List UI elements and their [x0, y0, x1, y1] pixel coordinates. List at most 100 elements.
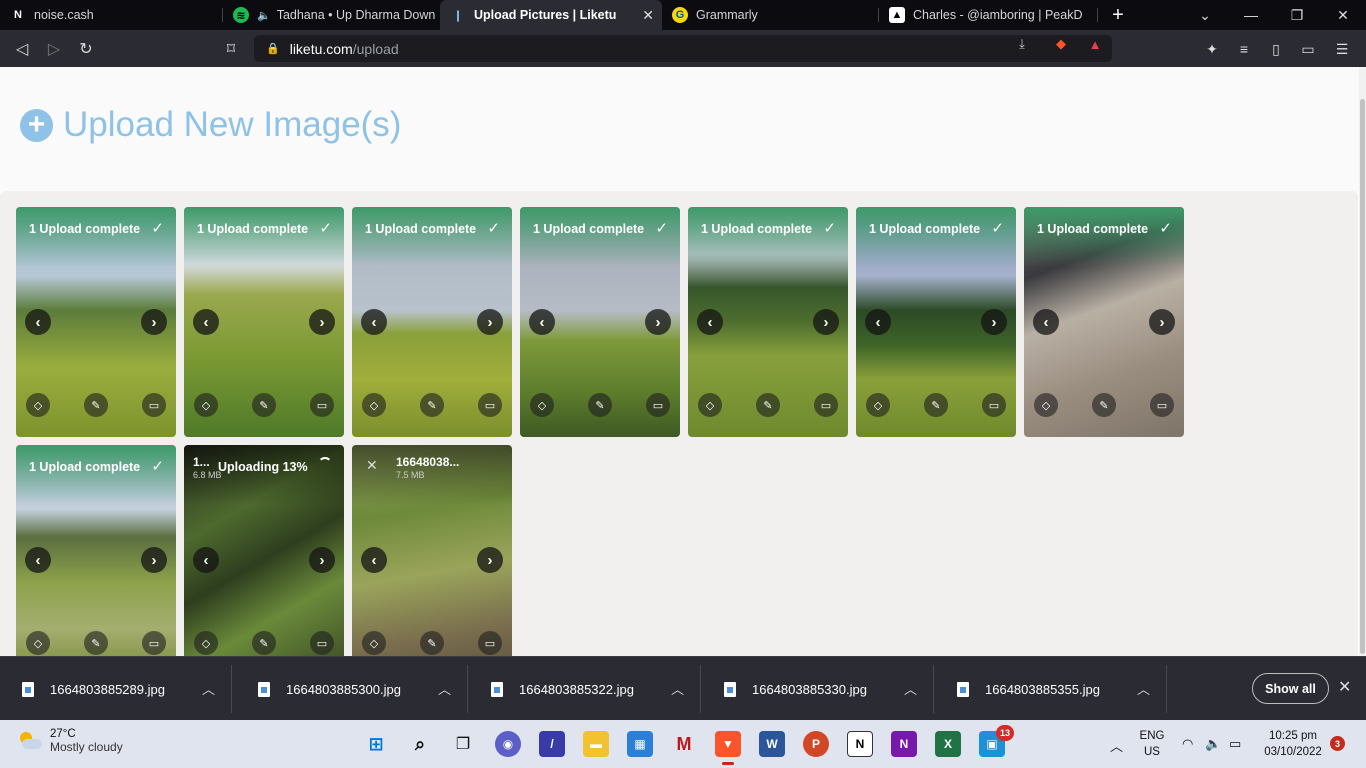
clock-date[interactable]: 03/10/2022 — [1260, 746, 1326, 758]
edit-icon[interactable]: ✎ — [84, 631, 108, 655]
download-item[interactable]: 1664803885322.jpg ︿ — [469, 665, 701, 713]
word-icon[interactable]: W — [759, 731, 785, 757]
notification-count[interactable]: 3 — [1330, 736, 1345, 751]
start-icon[interactable]: ⊞ — [363, 731, 389, 757]
sidebar-icon[interactable]: ▯ — [1266, 39, 1286, 59]
clock-time[interactable]: 10:25 pm — [1260, 730, 1326, 742]
chevron-up-icon[interactable]: ︿ — [671, 679, 684, 698]
brave-rewards-icon[interactable]: ▲ — [1085, 34, 1105, 54]
minimize-button[interactable]: — — [1228, 0, 1274, 30]
tab-liketu-upload[interactable]: ❙ Upload Pictures | Liketu ✕ — [440, 0, 662, 30]
edit-icon[interactable]: ✎ — [252, 631, 276, 655]
chat-icon[interactable]: ◉ — [495, 731, 521, 757]
edit-icon[interactable]: ✎ — [252, 393, 276, 417]
edit-icon[interactable]: ✎ — [84, 393, 108, 417]
tab-grammarly[interactable]: G Grammarly — [662, 0, 878, 30]
caption-icon[interactable]: ▭ — [142, 393, 166, 417]
tag-icon[interactable]: ◇ — [530, 393, 554, 417]
page-scrollbar[interactable] — [1359, 67, 1366, 656]
image-card-uploading[interactable]: 1... 6.8 MB Uploading 13% ‹ › ◇ ✎ ▭ — [184, 445, 344, 656]
chevron-up-icon[interactable]: ︿ — [202, 679, 215, 698]
playlist-icon[interactable]: ≡ — [1234, 39, 1254, 59]
tag-icon[interactable]: ◇ — [362, 393, 386, 417]
download-item[interactable]: 1664803885289.jpg ︿ — [0, 665, 232, 713]
edit-icon[interactable]: ✎ — [588, 393, 612, 417]
excel-icon[interactable]: X — [935, 731, 961, 757]
install-app-icon[interactable]: ⤓ — [1012, 34, 1032, 54]
remove-file-icon[interactable]: ✕ — [366, 457, 378, 474]
restore-button[interactable]: ❐ — [1274, 0, 1320, 30]
tab-spotify[interactable]: ≋ 🔈 Tadhana • Up Dharma Down — [223, 0, 440, 30]
rotate-right-icon[interactable]: › — [981, 309, 1007, 335]
rotate-right-icon[interactable]: › — [813, 309, 839, 335]
tag-icon[interactable]: ◇ — [866, 393, 890, 417]
tag-icon[interactable]: ◇ — [1034, 393, 1058, 417]
caption-icon[interactable]: ▭ — [478, 393, 502, 417]
rotate-left-icon[interactable]: ‹ — [361, 309, 387, 335]
download-item[interactable]: 1664803885300.jpg ︿ — [236, 665, 468, 713]
page-title[interactable]: + Upload New Image(s) — [20, 105, 401, 145]
store-icon[interactable]: ▦ — [627, 731, 653, 757]
reload-button[interactable]: ↻ — [73, 36, 99, 62]
caption-icon[interactable]: ▭ — [310, 393, 334, 417]
caption-icon[interactable]: ▭ — [310, 631, 334, 655]
tag-icon[interactable]: ◇ — [26, 393, 50, 417]
tag-icon[interactable]: ◇ — [194, 393, 218, 417]
caption-icon[interactable]: ▭ — [646, 393, 670, 417]
powerpoint-icon[interactable]: P — [803, 731, 829, 757]
tab-peakd[interactable]: ▲ Charles - @iamboring | PeakD — [879, 0, 1097, 30]
image-card[interactable]: 1 Upload complete ✓ ‹ › ◇ ✎ ▭ — [16, 207, 176, 437]
close-window-button[interactable]: ✕ — [1320, 0, 1366, 30]
volume-icon[interactable]: 🔈 — [1205, 736, 1221, 752]
menu-icon[interactable]: ☰ — [1332, 39, 1352, 59]
rotate-left-icon[interactable]: ‹ — [697, 309, 723, 335]
show-all-button[interactable]: Show all — [1252, 673, 1329, 704]
rotate-left-icon[interactable]: ‹ — [193, 547, 219, 573]
forward-button[interactable]: ▷ — [41, 36, 67, 62]
rotate-left-icon[interactable]: ‹ — [193, 309, 219, 335]
rotate-right-icon[interactable]: › — [141, 547, 167, 573]
rotate-left-icon[interactable]: ‹ — [529, 309, 555, 335]
bookmark-icon[interactable]: ⌑ — [218, 36, 244, 62]
search-icon[interactable]: ⌕ — [407, 731, 433, 757]
rotate-left-icon[interactable]: ‹ — [361, 547, 387, 573]
app-icon[interactable]: / — [539, 731, 565, 757]
edit-icon[interactable]: ✎ — [924, 393, 948, 417]
tag-icon[interactable]: ◇ — [362, 631, 386, 655]
language-indicator[interactable]: ENG — [1138, 730, 1166, 742]
chevron-up-icon[interactable]: ︿ — [1110, 736, 1123, 755]
close-tab-icon[interactable]: ✕ — [642, 7, 654, 24]
tag-icon[interactable]: ◇ — [194, 631, 218, 655]
rotate-left-icon[interactable]: ‹ — [25, 547, 51, 573]
rotate-right-icon[interactable]: › — [1149, 309, 1175, 335]
caption-icon[interactable]: ▭ — [142, 631, 166, 655]
edit-icon[interactable]: ✎ — [420, 631, 444, 655]
tab-search-icon[interactable]: ⌄ — [1182, 0, 1228, 30]
rotate-right-icon[interactable]: › — [309, 547, 335, 573]
rotate-right-icon[interactable]: › — [477, 547, 503, 573]
image-card[interactable]: 1 Upload complete ✓ ‹ › ◇ ✎ ▭ — [1024, 207, 1184, 437]
caption-icon[interactable]: ▭ — [814, 393, 838, 417]
notion-icon[interactable]: N — [847, 731, 873, 757]
rotate-left-icon[interactable]: ‹ — [25, 309, 51, 335]
onenote-icon[interactable]: N — [891, 731, 917, 757]
task-view-icon[interactable]: ❐ — [450, 731, 476, 757]
new-tab-button[interactable]: + — [1098, 0, 1138, 30]
brave-browser-icon[interactable]: ▼ — [715, 731, 741, 765]
back-button[interactable]: ◁ — [9, 36, 35, 62]
image-card[interactable]: 1 Upload complete ✓ ‹ › ◇ ✎ ▭ — [352, 207, 512, 437]
rotate-right-icon[interactable]: › — [309, 309, 335, 335]
caption-icon[interactable]: ▭ — [1150, 393, 1174, 417]
close-shelf-icon[interactable]: ✕ — [1338, 677, 1351, 697]
image-card-pending[interactable]: ✕ 16648038... 7.5 MB ‹ › ◇ ✎ ▭ — [352, 445, 512, 656]
chevron-up-icon[interactable]: ︿ — [904, 679, 917, 698]
edit-icon[interactable]: ✎ — [420, 393, 444, 417]
battery-icon[interactable]: ▭ — [1229, 736, 1241, 752]
wifi-icon[interactable]: ◠ — [1182, 736, 1193, 752]
rotate-left-icon[interactable]: ‹ — [865, 309, 891, 335]
image-card[interactable]: 1 Upload complete ✓ ‹ › ◇ ✎ ▭ — [16, 445, 176, 656]
tag-icon[interactable]: ◇ — [26, 631, 50, 655]
extensions-icon[interactable]: ✦ — [1202, 39, 1222, 59]
brave-shields-icon[interactable]: ◆ — [1051, 34, 1071, 54]
image-card[interactable]: 1 Upload complete ✓ ‹ › ◇ ✎ ▭ — [520, 207, 680, 437]
